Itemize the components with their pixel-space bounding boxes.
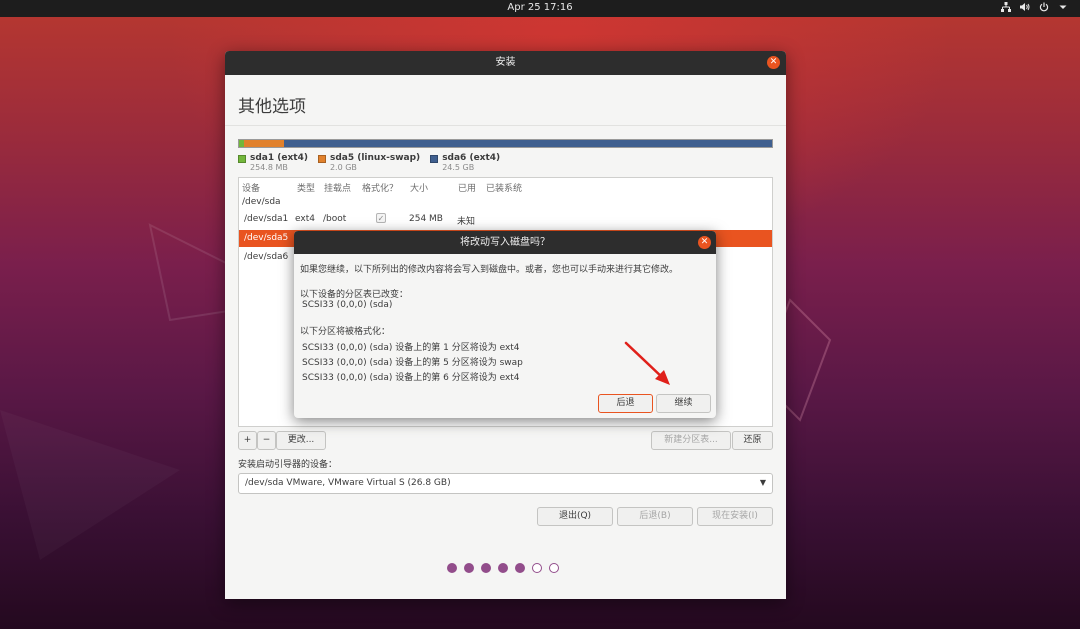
- quit-button[interactable]: 退出(Q): [537, 507, 613, 526]
- dialog-intro: 如果您继续，以下所列出的修改内容将会写入到磁盘中。或者，您也可以手动来进行其它修…: [300, 265, 679, 275]
- dialog-format-item: SCSI33 (0,0,0) (sda) 设备上的第 5 分区将设为 swap: [302, 358, 523, 368]
- progress-dot: [481, 563, 491, 573]
- column-header-mount[interactable]: 挂载点: [324, 181, 351, 194]
- dialog-close-icon[interactable]: ✕: [698, 236, 711, 249]
- partition-legend: sda1 (ext4) 254.8 MB sda5 (linux-swap) 2…: [238, 153, 500, 172]
- table-row-device[interactable]: /dev/sda5: [244, 233, 288, 243]
- page-title: 其他选项: [238, 97, 306, 117]
- column-header-type[interactable]: 类型: [297, 181, 315, 194]
- top-bar: Apr 25 17:16: [0, 0, 1080, 17]
- legend-name: sda5 (linux-swap): [329, 153, 421, 163]
- dialog-format-item: SCSI33 (0,0,0) (sda) 设备上的第 1 分区将设为 ext4: [302, 343, 520, 353]
- table-row-size: 254 MB: [409, 214, 443, 224]
- dialog-titlebar[interactable]: 将改动写入磁盘吗？ ✕: [294, 231, 716, 254]
- legend-name: sda6 (ext4): [442, 153, 501, 163]
- annotation-arrow-icon: [624, 341, 670, 385]
- back-button[interactable]: 后退(B): [617, 507, 693, 526]
- table-row-mount: /boot: [323, 214, 347, 224]
- dialog-format-item: SCSI33 (0,0,0) (sda) 设备上的第 6 分区将设为 ext4: [302, 373, 520, 383]
- dialog-table-changed-device: SCSI33 (0,0,0) (sda): [302, 300, 393, 310]
- legend-size: 24.5 GB: [442, 163, 475, 172]
- partition-segment: [244, 140, 284, 147]
- table-row-used: 未知: [457, 217, 476, 227]
- legend-size: 2.0 GB: [329, 163, 357, 172]
- column-header-used[interactable]: 已用: [458, 181, 476, 194]
- partition-segment: [283, 140, 772, 147]
- table-row-device[interactable]: /dev/sda1: [244, 214, 288, 224]
- volume-icon[interactable]: [1020, 2, 1030, 14]
- table-row-device[interactable]: /dev/sda: [242, 197, 281, 207]
- progress-dot: [549, 563, 559, 573]
- legend-swatch: [430, 155, 439, 163]
- boot-loader-select[interactable]: /dev/sda VMware, VMware Virtual S (26.8 …: [238, 473, 773, 494]
- dialog-continue-button[interactable]: 继续: [656, 394, 711, 413]
- power-icon[interactable]: [1039, 2, 1049, 14]
- column-header-device[interactable]: 设备: [242, 181, 260, 194]
- new-partition-table-button[interactable]: 新建分区表...: [651, 431, 731, 450]
- progress-dot: [498, 563, 508, 573]
- dialog-format-heading: 以下分区将被格式化：: [300, 327, 391, 337]
- table-row-device[interactable]: /dev/sda6: [244, 252, 288, 262]
- dialog-back-button[interactable]: 后退: [598, 394, 653, 413]
- progress-dot: [447, 563, 457, 573]
- legend-item: sda6 (ext4) 24.5 GB: [430, 153, 500, 172]
- window-titlebar[interactable]: 安装 ✕: [225, 51, 786, 75]
- legend-swatch: [317, 155, 326, 163]
- add-partition-button[interactable]: +: [238, 431, 257, 450]
- revert-button[interactable]: 还原: [732, 431, 773, 450]
- menu-arrow-icon[interactable]: [1058, 2, 1068, 14]
- network-icon[interactable]: [1001, 2, 1011, 14]
- progress-dot: [464, 563, 474, 573]
- boot-loader-value: /dev/sda VMware, VMware Virtual S (26.8 …: [245, 478, 451, 488]
- system-tray[interactable]: [1001, 2, 1068, 14]
- progress-dot: [532, 563, 542, 573]
- legend-item: sda5 (linux-swap) 2.0 GB: [317, 153, 421, 172]
- chevron-down-icon: ▼: [759, 478, 766, 487]
- column-header-installed-system[interactable]: 已装系统: [486, 181, 522, 194]
- format-checkbox[interactable]: ✓: [376, 213, 386, 223]
- remove-partition-button[interactable]: −: [257, 431, 276, 450]
- table-row-type: ext4: [295, 214, 315, 224]
- window-title: 安装: [495, 57, 516, 68]
- dialog-title: 将改动写入磁盘吗？: [460, 237, 550, 248]
- boot-loader-label: 安装启动引导器的设备：: [238, 460, 338, 470]
- install-now-button[interactable]: 现在安装(I): [697, 507, 773, 526]
- dialog-table-changed-heading: 以下设备的分区表已改变：: [300, 290, 409, 300]
- column-header-size[interactable]: 大小: [410, 181, 428, 194]
- divider: [225, 125, 786, 126]
- progress-dot: [515, 563, 525, 573]
- legend-item: sda1 (ext4) 254.8 MB: [238, 153, 308, 172]
- change-partition-button[interactable]: 更改...: [276, 431, 326, 450]
- column-header-format[interactable]: 格式化？: [362, 181, 398, 194]
- legend-swatch: [238, 155, 246, 163]
- legend-size: 254.8 MB: [250, 163, 288, 172]
- partition-bar: [238, 139, 773, 148]
- window-close-icon[interactable]: ✕: [767, 56, 780, 69]
- legend-name: sda1 (ext4): [250, 153, 308, 163]
- clock[interactable]: Apr 25 17:16: [0, 2, 1080, 13]
- progress-dots: [447, 563, 559, 573]
